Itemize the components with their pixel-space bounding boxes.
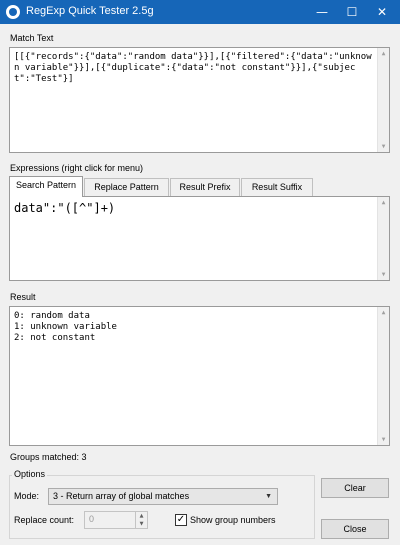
tab-search-pattern[interactable]: Search Pattern — [9, 176, 83, 197]
show-group-numbers-label[interactable]: Show group numbers — [190, 515, 276, 525]
title-bar: RegExp Quick Tester 2.5g — ☐ ✕ — [0, 0, 400, 24]
show-group-numbers-checkbox[interactable]: ✓ — [175, 514, 187, 526]
stepper-up-icon[interactable]: ▲ — [136, 512, 147, 520]
search-pattern-content: data":"([^"]+) — [14, 201, 116, 215]
match-text-content: [[{"records":{"data":"random data"}}],[{… — [14, 52, 372, 84]
result-scrollbar[interactable]: ▲ ▼ — [377, 307, 389, 445]
minimize-button[interactable]: — — [307, 0, 337, 24]
groups-matched-status: Groups matched: 3 — [10, 452, 87, 462]
replace-count-label: Replace count: — [14, 515, 75, 525]
result-output[interactable]: 0: random data 1: unknown variable 2: no… — [9, 306, 390, 446]
scroll-down-icon[interactable]: ▼ — [378, 141, 389, 152]
match-text-label: Match Text — [10, 33, 54, 43]
clear-button[interactable]: Clear — [321, 478, 389, 498]
mode-value: 3 - Return array of global matches — [53, 491, 190, 501]
maximize-button[interactable]: ☐ — [337, 0, 367, 24]
match-text-scrollbar[interactable]: ▲ ▼ — [377, 48, 389, 152]
stepper-down-icon[interactable]: ▼ — [136, 520, 147, 528]
window-title: RegExp Quick Tester 2.5g — [26, 5, 154, 17]
tab-replace-pattern[interactable]: Replace Pattern — [84, 178, 169, 196]
scroll-up-icon[interactable]: ▲ — [378, 48, 389, 59]
options-groupbox — [9, 475, 315, 539]
scroll-down-icon[interactable]: ▼ — [378, 434, 389, 445]
mode-select[interactable]: 3 - Return array of global matches ▼ — [48, 488, 278, 505]
scroll-up-icon[interactable]: ▲ — [378, 307, 389, 318]
checkmark-icon: ✓ — [176, 514, 186, 525]
result-content: 0: random data 1: unknown variable 2: no… — [14, 311, 117, 343]
stepper-buttons: ▲ ▼ — [135, 512, 147, 528]
chevron-down-icon: ▼ — [265, 493, 272, 500]
result-label: Result — [10, 292, 36, 302]
search-pattern-input[interactable]: data":"([^"]+) ▲ ▼ — [9, 196, 390, 281]
tab-result-suffix[interactable]: Result Suffix — [241, 178, 313, 196]
close-button[interactable]: Close — [321, 519, 389, 539]
replace-count-value: 0 — [89, 514, 95, 524]
options-label: Options — [12, 469, 48, 479]
close-window-button[interactable]: ✕ — [367, 0, 397, 24]
expressions-label: Expressions (right click for menu) — [10, 163, 144, 173]
scroll-up-icon[interactable]: ▲ — [378, 197, 389, 208]
match-text-input[interactable]: [[{"records":{"data":"random data"}}],[{… — [9, 47, 390, 153]
pattern-scrollbar[interactable]: ▲ ▼ — [377, 197, 389, 280]
tab-result-prefix[interactable]: Result Prefix — [170, 178, 240, 196]
mode-label: Mode: — [14, 491, 40, 501]
app-icon — [6, 5, 20, 19]
scroll-down-icon[interactable]: ▼ — [378, 269, 389, 280]
replace-count-stepper[interactable]: 0 ▲ ▼ — [84, 511, 148, 529]
